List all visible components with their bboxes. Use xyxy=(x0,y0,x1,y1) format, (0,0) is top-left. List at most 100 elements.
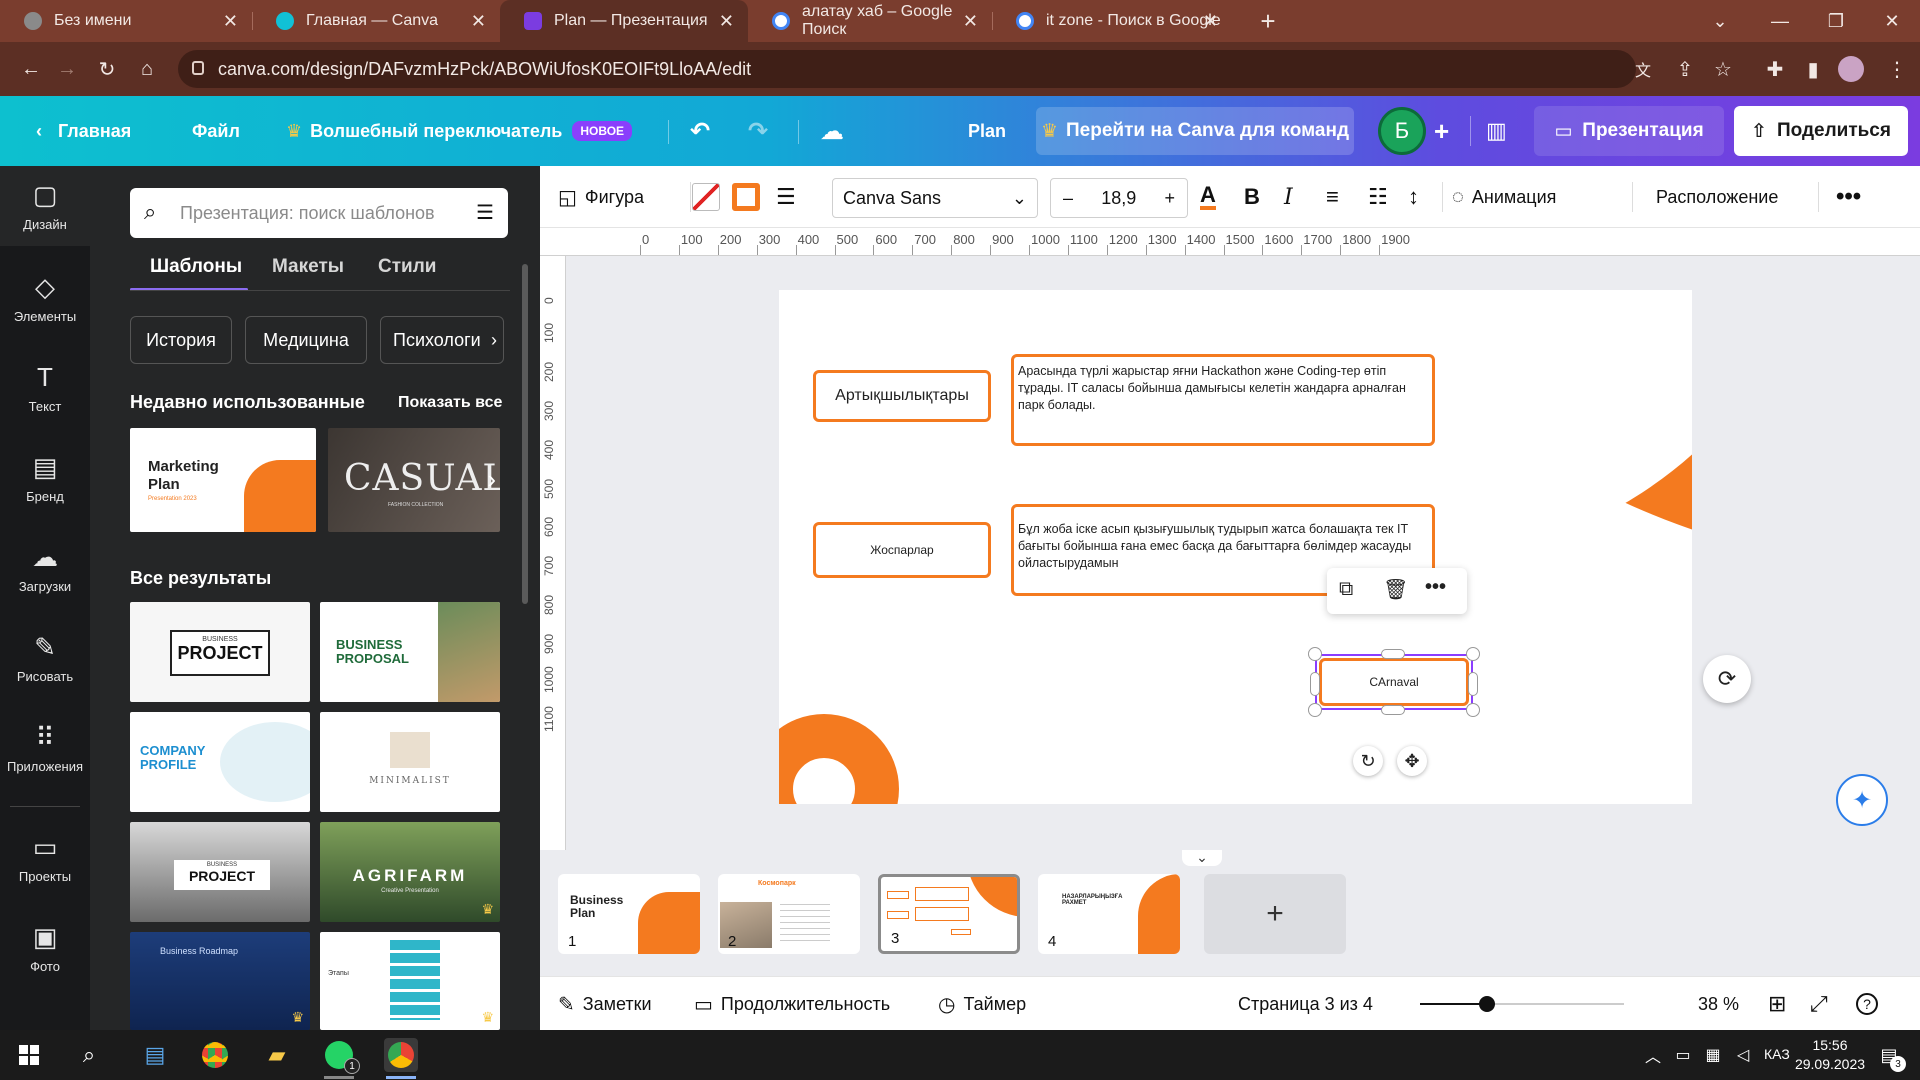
notification-icon[interactable]: ▤ 3 xyxy=(1872,1038,1906,1072)
maximize-icon[interactable]: ❐ xyxy=(1808,0,1864,42)
template-business-project[interactable]: BUSINESS PROJECT xyxy=(130,602,310,702)
magic-sparkle-icon[interactable]: ✦ xyxy=(1836,774,1888,826)
shape-button[interactable]: ◱ Фигура xyxy=(558,166,644,228)
language-indicator[interactable]: КАЗ xyxy=(1764,1046,1790,1062)
show-all-link[interactable]: Показать все xyxy=(398,394,502,412)
rotate-icon[interactable]: ↻ xyxy=(1353,746,1383,776)
plans-label-box[interactable]: Жоспарлар xyxy=(813,522,991,578)
profile-avatar-icon[interactable] xyxy=(1836,54,1866,84)
rail-photos[interactable]: ▣ Фото xyxy=(0,908,90,988)
page-indicator[interactable]: Страница 3 из 4 xyxy=(1238,977,1373,1031)
url-field[interactable]: canva.com/design/DAFvzmHzPck/ABOWiUfosK0… xyxy=(178,50,1636,88)
close-window-icon[interactable]: ✕ xyxy=(1864,0,1920,42)
border-color-swatch[interactable] xyxy=(732,183,760,211)
add-collaborator-icon[interactable]: + xyxy=(1434,96,1449,166)
browser-tab-4[interactable]: алатау хаб – Google Поиск ✕ xyxy=(748,0,992,42)
more-options-icon[interactable]: ••• xyxy=(1425,576,1446,599)
add-page-button[interactable]: + xyxy=(1204,874,1346,954)
new-tab-icon[interactable]: + xyxy=(1240,0,1296,42)
side-panel-icon[interactable]: ▮ xyxy=(1798,54,1828,84)
font-family-select[interactable]: Canva Sans ⌄ xyxy=(832,178,1038,218)
page-thumb-4[interactable]: НАЗАРЛАРЫҢЫЗҒА РАХМЕТ 4 xyxy=(1038,874,1180,954)
tab-styles[interactable]: Стили xyxy=(378,256,436,278)
home-icon[interactable]: ⌂ xyxy=(132,54,162,84)
tray-chevron-up-icon[interactable]: ︿ xyxy=(1636,1038,1670,1072)
spacing-icon[interactable]: ↕ xyxy=(1408,166,1419,228)
page-thumb-3-active[interactable]: 3 xyxy=(878,874,1020,954)
home-button[interactable]: ‹ Главная xyxy=(36,96,131,166)
translate-icon[interactable]: 文 xyxy=(1628,54,1658,84)
text-color-icon[interactable]: A xyxy=(1200,166,1216,228)
present-button[interactable]: ▭ Презентация xyxy=(1534,106,1724,156)
template-business-proposal[interactable]: BUSINESS PROPOSAL xyxy=(320,602,500,702)
close-tab-icon[interactable]: ✕ xyxy=(1203,11,1218,32)
forward-icon[interactable]: → xyxy=(52,54,82,84)
browser-tab-5[interactable]: it zone - Поиск в Google ✕ xyxy=(992,0,1232,42)
template-business-project-2[interactable]: BUSINESS PROJECT xyxy=(130,822,310,922)
whatsapp-icon[interactable]: 1 xyxy=(322,1038,360,1074)
cloud-saved-icon[interactable]: ☁ xyxy=(820,96,844,166)
resize-handle[interactable] xyxy=(1381,649,1405,659)
decrease-size-icon[interactable]: – xyxy=(1063,188,1073,209)
rail-uploads[interactable]: ☁ Загрузки xyxy=(0,528,90,608)
chip-history[interactable]: История xyxy=(130,316,232,364)
resize-handle[interactable] xyxy=(1381,705,1405,715)
template-agrifarm[interactable]: AGRIFARM Creative Presentation ♛ xyxy=(320,822,500,922)
duplicate-icon[interactable]: ⧉ xyxy=(1339,578,1353,601)
resize-handle[interactable] xyxy=(1468,672,1478,696)
resize-handle[interactable] xyxy=(1466,647,1480,661)
chevron-right-icon[interactable]: › xyxy=(487,464,496,495)
chrome-active-icon[interactable] xyxy=(384,1038,418,1072)
fullscreen-icon[interactable]: ⤢ xyxy=(1810,977,1828,1031)
zoom-slider[interactable] xyxy=(1420,996,1624,1012)
template-stages[interactable]: Этапы ♛ xyxy=(320,932,500,1030)
fill-none-swatch[interactable] xyxy=(692,183,720,211)
redo-icon[interactable]: ↷ xyxy=(748,96,768,166)
increase-size-icon[interactable]: + xyxy=(1164,188,1175,209)
back-icon[interactable]: ← xyxy=(16,54,46,84)
rail-elements[interactable]: ◇ Элементы xyxy=(0,258,90,338)
rail-text[interactable]: T Текст xyxy=(0,348,90,428)
analytics-icon[interactable]: ▥ xyxy=(1486,96,1507,166)
close-tab-icon[interactable]: ✕ xyxy=(719,11,734,32)
bold-icon[interactable]: B xyxy=(1244,166,1260,228)
close-tab-icon[interactable]: ✕ xyxy=(471,11,486,32)
recent-template-marketing[interactable]: Marketing Plan Presentation 2023 xyxy=(130,428,316,532)
clock[interactable]: 15:56 29.09.2023 xyxy=(1790,1036,1870,1074)
border-style-icon[interactable]: ☰ xyxy=(776,166,796,228)
resize-handle[interactable] xyxy=(1310,672,1320,696)
zoom-level[interactable]: 38 % xyxy=(1698,977,1739,1031)
rail-projects[interactable]: ▭ Проекты xyxy=(0,818,90,898)
browser-tab-3-active[interactable]: Plan — Презентация ✕ xyxy=(500,0,748,42)
tab-search-chevron-icon[interactable]: ⌄ xyxy=(1692,0,1748,42)
canva-teams-button[interactable]: ♛ Перейти на Canva для команд xyxy=(1036,107,1354,155)
reload-icon[interactable]: ↻ xyxy=(92,54,122,84)
notes-button[interactable]: ✎ Заметки xyxy=(558,977,652,1031)
browser-tab-2[interactable]: Главная — Canva ✕ xyxy=(252,0,500,42)
share-page-icon[interactable]: ⇪ xyxy=(1670,54,1700,84)
template-business-roadmap[interactable]: Business Roadmap ♛ xyxy=(130,932,310,1030)
undo-icon[interactable]: ↶ xyxy=(690,96,710,166)
move-icon[interactable]: ✥ xyxy=(1397,746,1427,776)
file-menu-button[interactable]: Файл xyxy=(192,96,240,166)
help-icon[interactable]: ? xyxy=(1856,977,1878,1031)
font-size-stepper[interactable]: – 18,9 + xyxy=(1050,178,1188,218)
close-tab-icon[interactable]: ✕ xyxy=(963,11,978,32)
trash-icon[interactable]: 🗑 xyxy=(1383,577,1408,602)
timer-button[interactable]: ◷ Таймер xyxy=(938,977,1026,1031)
task-view-icon[interactable]: ▤ xyxy=(138,1038,172,1072)
panel-scrollbar[interactable] xyxy=(520,250,530,1030)
battery-icon[interactable]: ▭ xyxy=(1666,1038,1700,1072)
tab-templates[interactable]: Шаблоны xyxy=(150,256,242,278)
resize-handle[interactable] xyxy=(1308,647,1322,661)
browser-menu-icon[interactable]: ⋮ xyxy=(1882,54,1912,84)
rail-apps[interactable]: ⠿ Приложения xyxy=(0,708,90,788)
advantages-label-box[interactable]: Артықшылықтары xyxy=(813,370,991,422)
page-thumb-1[interactable]: Business Plan 1 xyxy=(558,874,700,954)
user-avatar[interactable]: Б xyxy=(1378,107,1426,155)
volume-icon[interactable]: ◁ xyxy=(1726,1038,1760,1072)
filter-sliders-icon[interactable]: ☰ xyxy=(476,200,494,225)
chevron-right-icon[interactable]: › xyxy=(491,330,497,351)
chrome-icon[interactable] xyxy=(198,1038,232,1072)
slide-canvas[interactable]: $ Артықшылықтары Арасында түрлі жарыстар… xyxy=(779,290,1692,804)
